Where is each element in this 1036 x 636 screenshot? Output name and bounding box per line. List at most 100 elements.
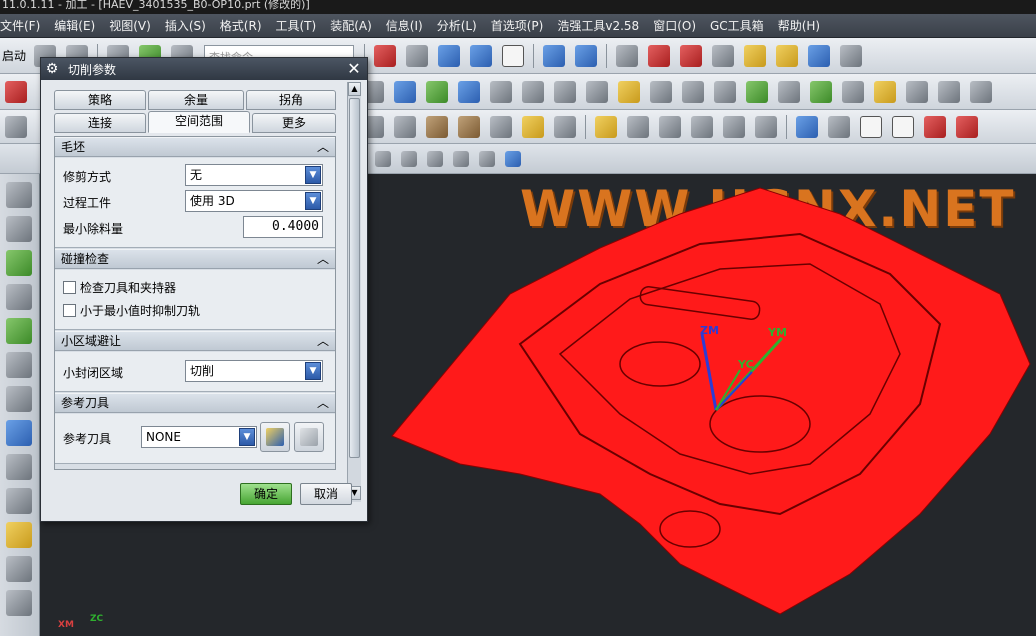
render-style-icon[interactable] <box>406 44 429 67</box>
curve-icon[interactable] <box>956 115 978 138</box>
globe-icon[interactable] <box>970 80 992 103</box>
calc-icon[interactable] <box>490 115 512 138</box>
dialog-title-bar[interactable]: ⚙ 切削参数 <box>41 58 367 80</box>
collapse-icon[interactable]: ︿ <box>315 333 331 349</box>
step-arrow-icon[interactable] <box>828 115 850 138</box>
rect-icon[interactable] <box>746 80 768 103</box>
dialog-scrollbar[interactable]: ▲ ▼ <box>347 82 361 502</box>
copy-icon[interactable] <box>691 115 713 138</box>
stack-icon[interactable] <box>522 80 544 103</box>
fit-icon[interactable] <box>723 115 745 138</box>
method-icon[interactable] <box>6 318 32 344</box>
tag-icon[interactable] <box>776 44 799 67</box>
menu-tools[interactable]: 工具(T) <box>276 17 317 34</box>
lock-icon[interactable] <box>595 115 617 138</box>
fit-view-icon[interactable] <box>374 44 397 67</box>
cube-orange-icon[interactable] <box>874 80 896 103</box>
cube-blue-icon[interactable] <box>505 150 521 167</box>
bar-icon[interactable] <box>682 80 704 103</box>
folder-icon[interactable] <box>426 115 448 138</box>
check-holder-checkbox[interactable]: 检查刀具和夹持器 <box>63 279 176 296</box>
chevron-down-icon[interactable]: ▼ <box>305 192 321 210</box>
geometry-icon[interactable] <box>6 352 32 378</box>
arrow-icon[interactable] <box>808 44 831 67</box>
more-tools-icon[interactable] <box>840 44 863 67</box>
part-nav-icon[interactable] <box>680 44 703 67</box>
chevron-down-icon[interactable]: ▼ <box>305 362 321 380</box>
edit-tool-button[interactable] <box>260 422 290 452</box>
menu-window[interactable]: 窗口(O) <box>653 17 696 34</box>
toolpath-icon[interactable] <box>860 115 882 138</box>
collapse-icon[interactable]: ︿ <box>315 395 331 411</box>
block-icon[interactable] <box>712 44 735 67</box>
tree-icon[interactable] <box>490 80 512 103</box>
step-icon[interactable] <box>554 80 576 103</box>
snap-icon[interactable] <box>375 150 391 167</box>
tab-more[interactable]: 更多 <box>252 113 336 133</box>
split-icon[interactable] <box>586 80 608 103</box>
menu-insert[interactable]: 插入(S) <box>165 17 206 34</box>
tab-corners[interactable]: 拐角 <box>246 90 336 110</box>
solid-icon[interactable] <box>479 150 495 167</box>
target-icon[interactable] <box>924 115 946 138</box>
point-icon[interactable] <box>427 150 443 167</box>
operation-navigator-icon[interactable] <box>6 250 32 276</box>
suppress-toolpath-checkbox[interactable]: 小于最小值时抑制刀轨 <box>63 302 200 319</box>
scroll-up-icon[interactable]: ▲ <box>348 82 361 96</box>
menu-help[interactable]: 帮助(H) <box>778 17 820 34</box>
text-a-icon[interactable] <box>938 80 960 103</box>
tab-stock[interactable]: 余量 <box>148 90 244 110</box>
box-icon[interactable] <box>842 80 864 103</box>
square-icon[interactable] <box>458 115 480 138</box>
menu-gc-toolbox[interactable]: GC工具箱 <box>710 17 764 34</box>
tool-icon[interactable] <box>394 80 416 103</box>
tab-containment[interactable]: 空间范围 <box>148 111 250 133</box>
flag-icon[interactable] <box>796 115 818 138</box>
chevron-down-icon[interactable]: ▼ <box>239 428 255 446</box>
collapse-icon[interactable]: ︿ <box>315 251 331 267</box>
shaded-cube-icon[interactable] <box>438 44 461 67</box>
menu-info[interactable]: 信息(I) <box>386 17 423 34</box>
checkbox-box[interactable] <box>63 304 76 317</box>
palette-icon[interactable] <box>6 522 32 548</box>
box-select-icon[interactable] <box>453 150 469 167</box>
menu-assembly[interactable]: 装配(A) <box>330 17 372 34</box>
ref-tool-dropdown[interactable]: NONE ▼ <box>141 426 257 448</box>
group-header-blank[interactable]: 毛坯 ︿ <box>55 137 335 157</box>
ok-button[interactable]: 确定 <box>240 483 292 505</box>
document-icon[interactable] <box>6 420 32 446</box>
prt-icon[interactable] <box>458 80 480 103</box>
menu-preferences[interactable]: 首选项(P) <box>491 17 544 34</box>
measure-icon[interactable] <box>744 44 767 67</box>
list-icon[interactable] <box>778 80 800 103</box>
tab-connections[interactable]: 连接 <box>54 113 146 133</box>
menu-haoqiang-tools[interactable]: 浩强工具v2.58 <box>557 17 639 34</box>
menu-analysis[interactable]: 分析(L) <box>437 17 477 34</box>
snap-point-icon[interactable] <box>543 44 566 67</box>
shape-icon[interactable] <box>627 115 649 138</box>
plus-icon[interactable] <box>6 590 32 616</box>
layers-icon[interactable] <box>394 115 416 138</box>
cylinder-icon[interactable] <box>650 80 672 103</box>
menu-file[interactable]: 文件(F) <box>0 17 40 34</box>
slot-icon[interactable] <box>714 80 736 103</box>
part-navigator-icon[interactable] <box>6 182 32 208</box>
scroll-thumb[interactable] <box>349 98 360 458</box>
tree-list-icon[interactable] <box>755 115 777 138</box>
hand-icon[interactable] <box>401 150 417 167</box>
operation-icon[interactable] <box>426 80 448 103</box>
view-orient-icon[interactable] <box>470 44 493 67</box>
assembly-icon[interactable] <box>6 488 32 514</box>
coins-icon[interactable] <box>618 80 640 103</box>
ipw-dropdown[interactable]: 使用 3D ▼ <box>185 190 323 212</box>
close-icon[interactable]: ✕ <box>344 60 364 78</box>
layer-icon[interactable] <box>616 44 639 67</box>
wcs-icon[interactable] <box>648 44 671 67</box>
collapse-icon[interactable]: ︿ <box>315 139 331 155</box>
menu-format[interactable]: 格式(R) <box>220 17 262 34</box>
group-header-ref-tool[interactable]: 参考刀具 ︿ <box>55 393 335 413</box>
num-icon[interactable] <box>554 115 576 138</box>
menu-view[interactable]: 视图(V) <box>109 17 151 34</box>
select-filter-icon[interactable] <box>575 44 598 67</box>
min-removal-input[interactable]: 0.4000 <box>243 216 323 238</box>
